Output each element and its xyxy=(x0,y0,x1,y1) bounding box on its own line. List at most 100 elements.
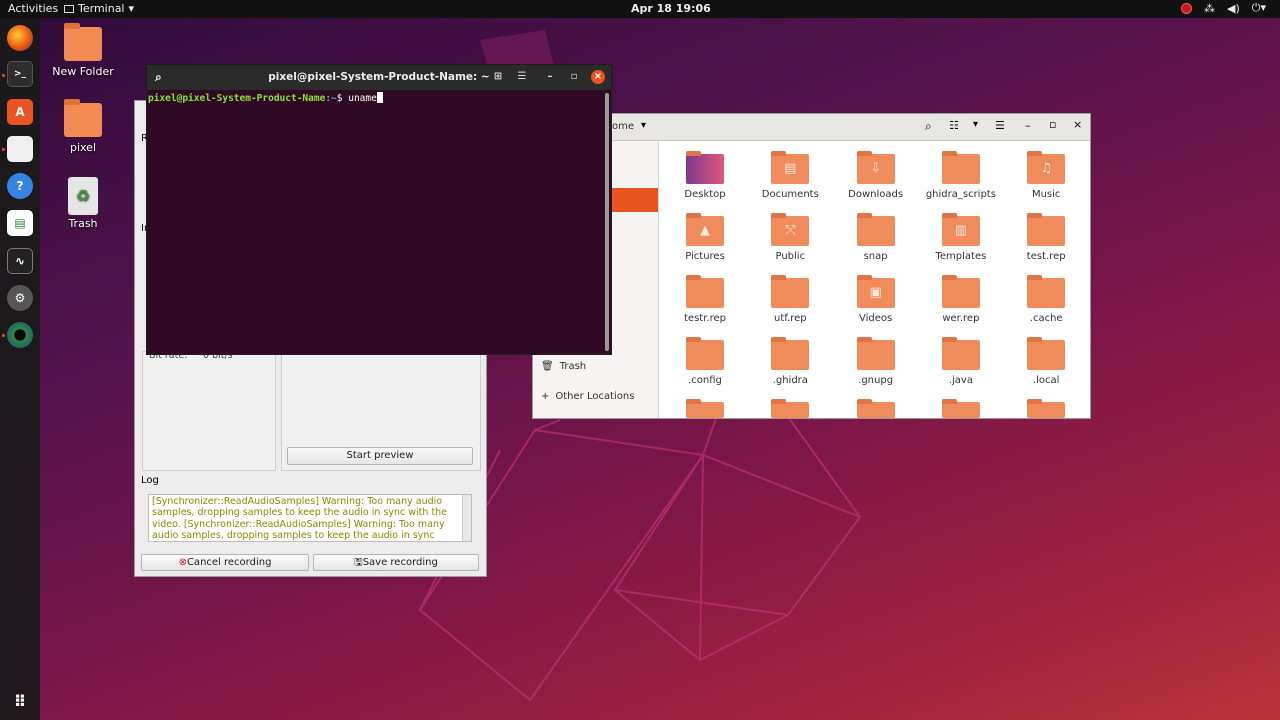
terminal-content[interactable]: pixel@pixel-System-Product-Name:~$ uname xyxy=(147,90,384,106)
file-item[interactable]: .cache xyxy=(1009,275,1083,324)
folder-icon[interactable] xyxy=(771,399,810,418)
close-icon[interactable]: × xyxy=(591,70,605,84)
activities-button[interactable]: Activities xyxy=(8,2,58,15)
file-item[interactable]: utf.rep xyxy=(753,275,827,324)
file-item[interactable]: ⤲ Public xyxy=(753,213,827,262)
log-scrollbar[interactable] xyxy=(462,495,471,541)
terminal-window[interactable]: ⌕ pixel@pixel-System-Product-Name: ~ ⊞ ☰… xyxy=(146,64,612,355)
stats-pane: Bit rate: 0 bit/s xyxy=(142,350,276,471)
file-item[interactable]: ▤ Documents xyxy=(753,151,827,200)
terminal-app-icon xyxy=(64,4,74,13)
firefox-icon[interactable] xyxy=(7,25,33,51)
folder-icon xyxy=(686,275,724,308)
sidebar-item-trash[interactable]: 🗑 Trash xyxy=(541,361,586,372)
file-item[interactable]: Desktop xyxy=(668,151,742,200)
file-item[interactable]: .local xyxy=(1009,337,1083,386)
running-indicator xyxy=(2,148,5,151)
sidebar-item-label: Other Locations xyxy=(555,391,635,402)
folder-icon[interactable] xyxy=(686,399,724,418)
prompt-symbol: $ xyxy=(336,93,349,104)
music-folder-icon: ♫ xyxy=(1027,151,1066,184)
sort-dropdown-icon[interactable]: ▾ xyxy=(973,119,978,130)
chevron-down-icon[interactable]: ▾ xyxy=(641,120,646,131)
file-item[interactable]: .ghidra xyxy=(753,337,827,386)
search-icon[interactable]: ⌕ xyxy=(925,119,932,134)
file-item[interactable]: ♫ Music xyxy=(1009,151,1083,200)
activity-monitor-icon[interactable]: ∿ xyxy=(7,248,33,274)
settings-icon[interactable]: ⚙ xyxy=(7,285,33,311)
cancel-icon: ⊗ xyxy=(178,557,187,568)
sidebar-item-label: Trash xyxy=(559,361,587,372)
file-item[interactable]: ghidra_scripts xyxy=(924,151,998,200)
templates-folder-icon: ▥ xyxy=(941,213,980,246)
folder-icon[interactable] xyxy=(856,399,895,418)
folder-icon xyxy=(941,337,980,370)
clock[interactable]: Apr 18 19:06 xyxy=(631,2,711,15)
desktop-icon-label: Trash xyxy=(68,217,98,230)
start-preview-button[interactable]: Start preview xyxy=(287,447,473,465)
home-folder-icon xyxy=(64,99,102,137)
system-monitor-icon[interactable]: ▤ xyxy=(7,210,33,236)
file-item[interactable]: ⇩ Downloads xyxy=(839,151,913,200)
folder-icon xyxy=(1027,213,1066,246)
maximize-icon[interactable]: ▫ xyxy=(567,70,581,84)
system-tray[interactable]: ⁂ ◀) ⏻▾ xyxy=(1181,1,1266,15)
recording-indicator-icon[interactable] xyxy=(1181,2,1192,14)
show-applications-icon[interactable]: ⠿ xyxy=(7,688,33,714)
app-menu-label: Terminal xyxy=(78,2,125,15)
files-headerbar: ome ▾ ⌕ ☷ ▾ ☰ – ▫ × xyxy=(533,114,1090,141)
file-item[interactable]: snap xyxy=(839,213,913,262)
folder-icon[interactable] xyxy=(941,399,980,418)
plus-icon: + xyxy=(541,391,550,402)
file-item-label: Public xyxy=(775,251,806,262)
terminal-title: pixel@pixel-System-Product-Name: ~ xyxy=(268,71,490,83)
pictures-folder-icon: ▲ xyxy=(686,213,724,246)
desktop-icon-home[interactable]: pixel xyxy=(43,99,123,154)
log-textarea[interactable]: [Synchronizer::ReadAudioSamples] Warning… xyxy=(148,494,472,542)
cancel-recording-button[interactable]: ⊗Cancel recording xyxy=(141,554,309,571)
minimize-icon[interactable]: – xyxy=(1025,119,1031,132)
sidebar-item-selected[interactable] xyxy=(607,188,658,212)
file-item-label: Pictures xyxy=(685,251,725,262)
file-item[interactable]: ▣ Videos xyxy=(839,275,913,324)
minimize-icon[interactable]: – xyxy=(543,70,557,84)
desktop-icon-new-folder[interactable]: New Folder xyxy=(43,23,123,78)
terminal-icon[interactable]: >_ xyxy=(7,61,33,87)
file-item[interactable]: .gnupg xyxy=(839,337,913,386)
file-item[interactable]: ▥ Templates xyxy=(924,213,998,262)
path-bar-label[interactable]: ome xyxy=(612,121,634,132)
view-options-icon[interactable]: ☷ xyxy=(949,119,959,132)
app-menu[interactable]: Terminal ▾ xyxy=(64,2,134,15)
folder-icon xyxy=(1027,275,1066,308)
file-item-label: wer.rep xyxy=(942,313,980,324)
save-recording-button[interactable]: 🖫Save recording xyxy=(313,554,479,571)
file-item[interactable]: test.rep xyxy=(1009,213,1083,262)
prompt-path: :~ xyxy=(325,93,337,104)
file-item[interactable]: wer.rep xyxy=(924,275,998,324)
sidebar-item-other-locations[interactable]: + Other Locations xyxy=(541,391,634,402)
folder-icon xyxy=(856,213,895,246)
log-text: [Synchronizer::ReadAudioSamples] Warning… xyxy=(152,496,448,541)
close-icon[interactable]: × xyxy=(1073,118,1082,131)
folder-icon[interactable] xyxy=(1027,399,1066,418)
menu-icon[interactable]: ☰ xyxy=(995,119,1005,132)
typed-command: uname xyxy=(348,93,377,104)
running-indicator xyxy=(2,74,5,77)
files-icon[interactable] xyxy=(7,136,33,162)
file-item-label: Desktop xyxy=(684,189,726,200)
menu-icon[interactable]: ☰ xyxy=(515,70,529,84)
help-icon[interactable]: ? xyxy=(7,173,33,199)
file-item[interactable]: ▲ Pictures xyxy=(668,213,742,262)
file-item[interactable]: .java xyxy=(924,337,998,386)
cancel-label: Cancel recording xyxy=(186,557,272,568)
software-center-icon[interactable]: A xyxy=(7,99,33,125)
maximize-icon[interactable]: ▫ xyxy=(1049,118,1056,131)
desktop-icon-trash[interactable]: ♻ Trash xyxy=(43,177,123,230)
file-item[interactable]: .config xyxy=(668,337,742,386)
file-item-label: Downloads xyxy=(848,189,904,200)
file-item[interactable]: testr.rep xyxy=(668,275,742,324)
file-item-label: Templates xyxy=(935,251,987,262)
new-tab-icon[interactable]: ⊞ xyxy=(491,70,505,84)
terminal-scrollbar[interactable] xyxy=(605,93,609,351)
screen-recorder-icon[interactable] xyxy=(7,322,33,348)
